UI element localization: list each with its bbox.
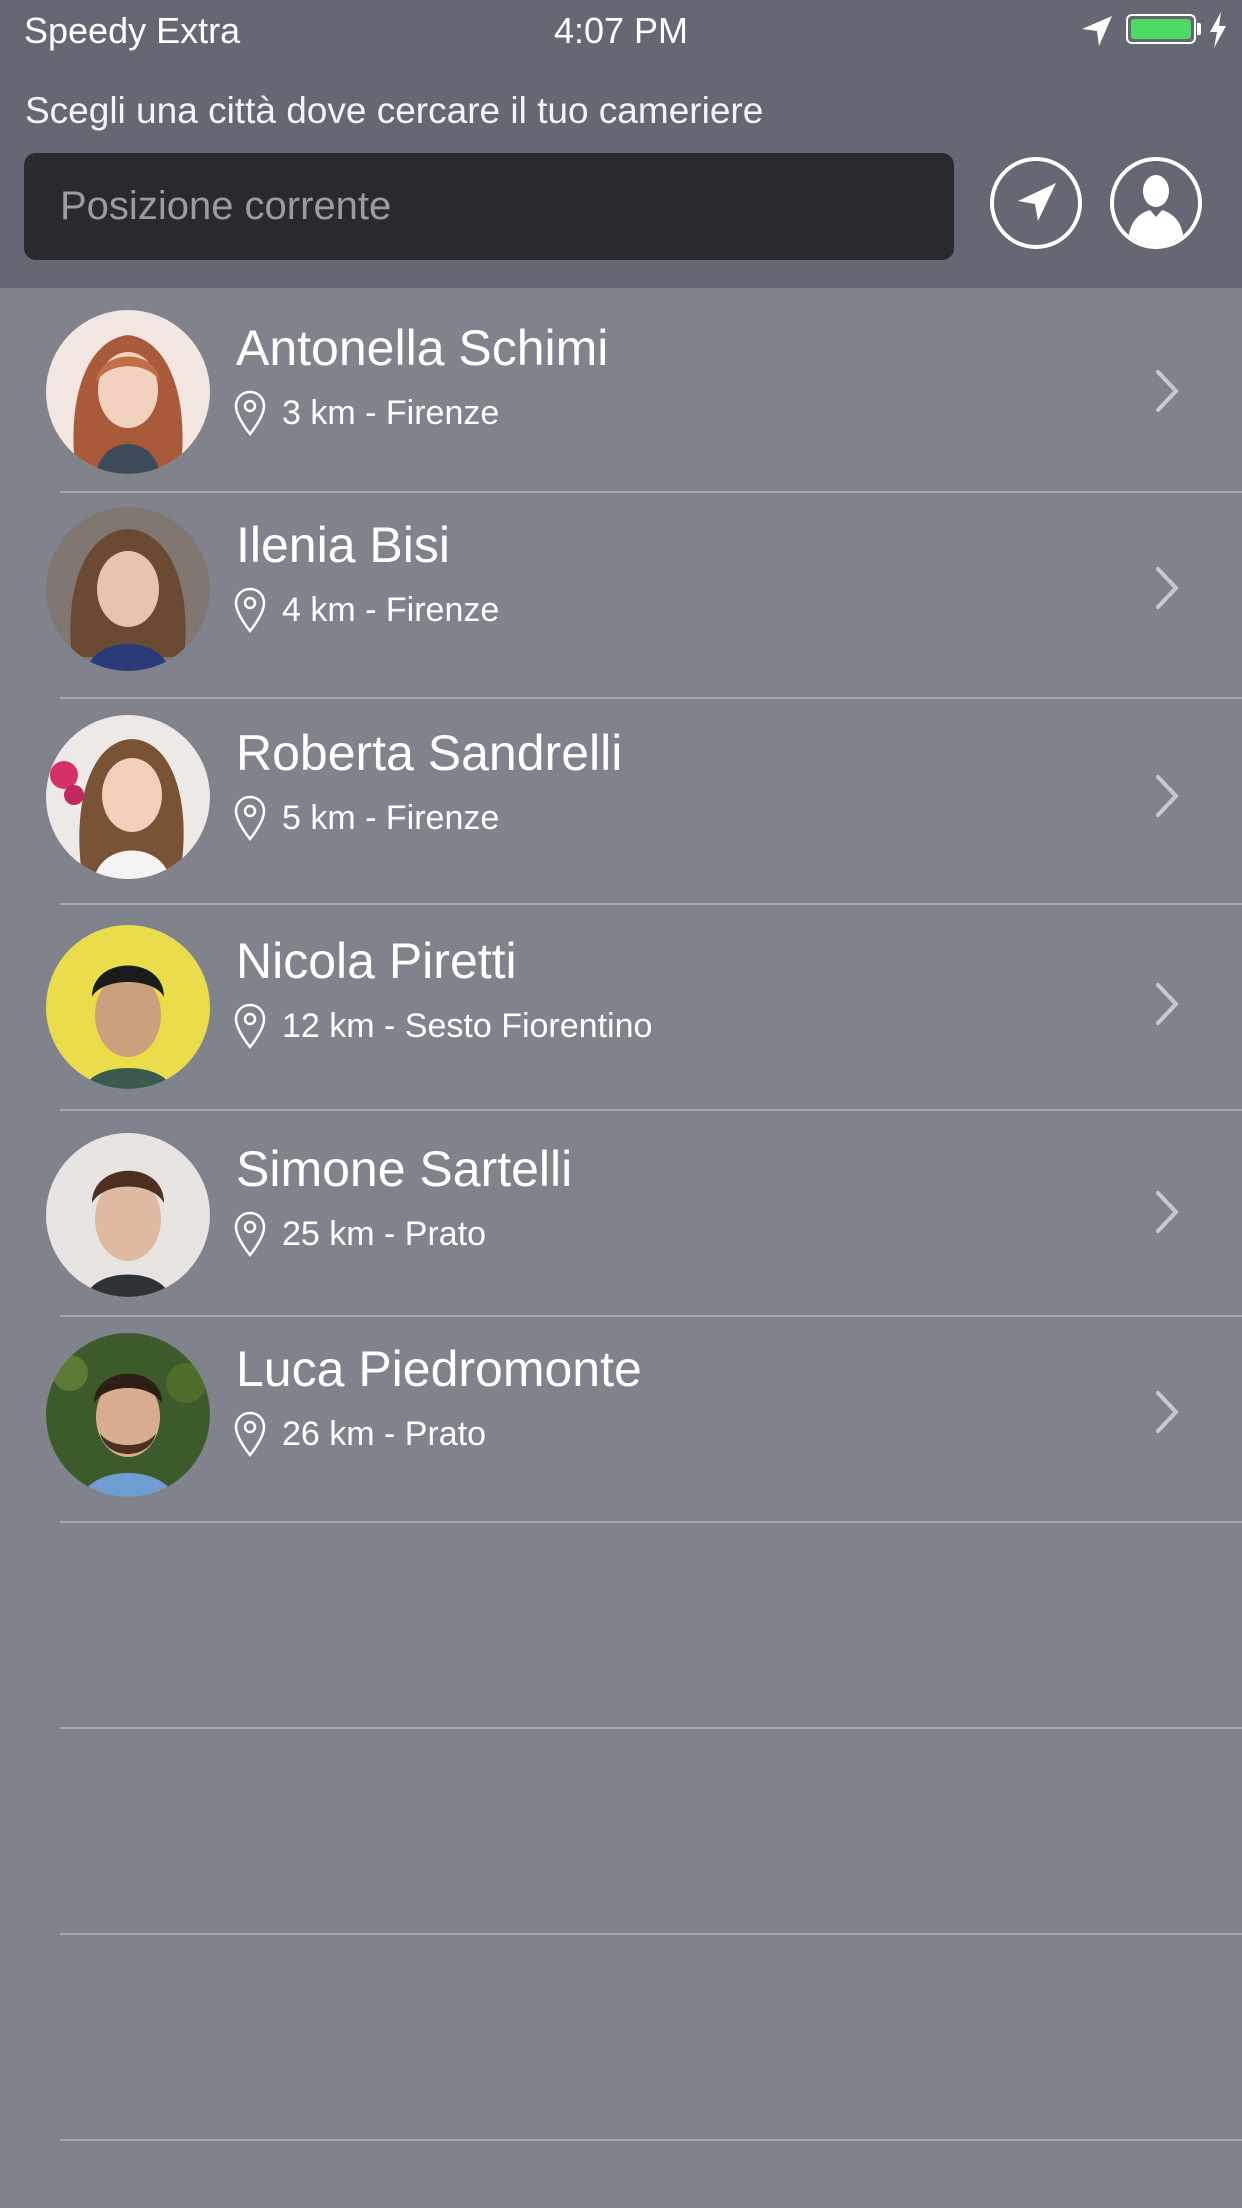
- map-pin-icon: [234, 795, 266, 841]
- map-pin-icon: [234, 1211, 266, 1257]
- waiter-name: Roberta Sandrelli: [236, 725, 623, 781]
- page-subtitle: Scegli una città dove cercare il tuo cam…: [25, 90, 764, 131]
- waiter-distance: 5 km - Firenze: [282, 799, 500, 837]
- waiter-row[interactable]: Simone Sartelli 25 km - Prato: [0, 1111, 1242, 1317]
- waiter-distance: 25 km - Prato: [282, 1215, 487, 1253]
- empty-row: [0, 1523, 1242, 1729]
- waiter-list: Antonella Schimi 3 km - Firenze Ilenia B…: [0, 288, 1242, 2141]
- avatar: [46, 715, 210, 879]
- waiter-row[interactable]: Ilenia Bisi 4 km - Firenze: [0, 493, 1242, 699]
- location-arrow-icon: [1018, 183, 1056, 221]
- battery-icon: [1126, 14, 1196, 44]
- empty-row: [0, 1729, 1242, 1935]
- avatar: [46, 310, 210, 474]
- row-divider: [60, 2139, 1242, 2141]
- chevron-right-icon: [1156, 370, 1179, 412]
- waiter-name: Simone Sartelli: [236, 1141, 573, 1197]
- waiter-name: Nicola Piretti: [236, 933, 517, 989]
- city-search-field[interactable]: [24, 153, 954, 260]
- status-bar: Speedy Extra 4:07 PM: [0, 0, 1242, 62]
- map-pin-icon: [234, 1003, 266, 1049]
- waiter-distance: 3 km - Firenze: [282, 394, 500, 432]
- waiter-name: Luca Piedromonte: [236, 1341, 642, 1397]
- chevron-right-icon: [1156, 567, 1179, 609]
- avatar: [46, 1333, 210, 1497]
- empty-row: [0, 1935, 1242, 2141]
- user-profile-icon: [1128, 175, 1184, 245]
- waiter-distance: 26 km - Prato: [282, 1415, 487, 1453]
- chevron-right-icon: [1156, 1191, 1179, 1233]
- profile-button[interactable]: [1110, 157, 1202, 249]
- avatar: [46, 1133, 210, 1297]
- map-pin-icon: [234, 390, 266, 436]
- chevron-right-icon: [1156, 775, 1179, 817]
- chevron-right-icon: [1156, 983, 1179, 1025]
- map-pin-icon: [234, 587, 266, 633]
- current-location-button[interactable]: [990, 157, 1082, 249]
- waiter-distance: 12 km - Sesto Fiorentino: [282, 1007, 653, 1045]
- header: Speedy Extra 4:07 PM Scegli una città do…: [0, 0, 1242, 288]
- map-pin-icon: [234, 1411, 266, 1457]
- charging-bolt-icon: [1210, 12, 1226, 48]
- waiter-name: Ilenia Bisi: [236, 517, 450, 573]
- waiter-row[interactable]: Nicola Piretti 12 km - Sesto Fiorentino: [0, 905, 1242, 1111]
- avatar: [46, 507, 210, 671]
- city-search-input[interactable]: [24, 153, 954, 260]
- waiter-row[interactable]: Luca Piedromonte 26 km - Prato: [0, 1317, 1242, 1523]
- battery-cap: [1197, 23, 1201, 35]
- location-services-icon: [1082, 16, 1112, 46]
- avatar: [46, 925, 210, 1089]
- status-time: 4:07 PM: [553, 10, 689, 51]
- battery-level: [1131, 19, 1191, 39]
- waiter-distance: 4 km - Firenze: [282, 591, 500, 629]
- chevron-right-icon: [1156, 1391, 1179, 1433]
- waiter-row[interactable]: Roberta Sandrelli 5 km - Firenze: [0, 699, 1242, 905]
- waiter-row[interactable]: Antonella Schimi 3 km - Firenze: [0, 288, 1242, 493]
- waiter-name: Antonella Schimi: [236, 320, 609, 376]
